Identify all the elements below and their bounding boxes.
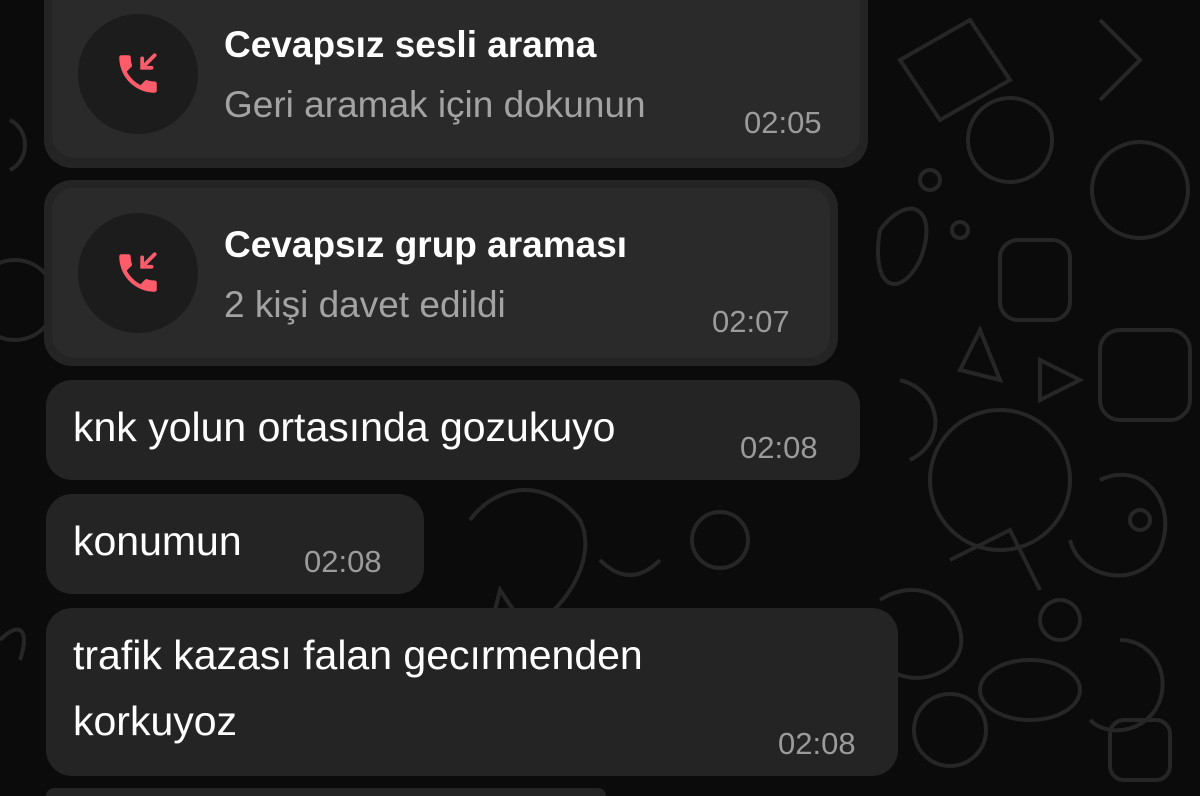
incoming-message[interactable]: trafik kazası falan gecırmenden korkuyoz…	[46, 608, 898, 776]
missed-call-icon	[119, 53, 157, 93]
message-timestamp: 02:05	[744, 105, 822, 140]
message-text: trafik kazası falan gecırmenden	[73, 632, 643, 678]
chat-thread: Cevapsız sesli arama Geri aramak için do…	[0, 0, 1200, 796]
message-text: knk yolun ortasında gozukuyo	[73, 404, 616, 450]
missed-voice-call-message[interactable]: Cevapsız sesli arama Geri aramak için do…	[44, 0, 868, 168]
message-text: korkuyoz	[73, 698, 238, 744]
incoming-message[interactable]: konumun 02:08	[46, 494, 424, 594]
message-timestamp: 02:08	[304, 544, 382, 579]
call-subtitle: 2 kişi davet edildi	[224, 284, 506, 325]
message-timestamp: 02:07	[712, 304, 790, 339]
call-title: Cevapsız sesli arama	[224, 24, 597, 65]
call-subtitle: Geri aramak için dokunun	[224, 84, 646, 125]
missed-call-icon-circle	[78, 213, 198, 333]
message-timestamp: 02:08	[740, 430, 818, 465]
missed-call-icon-circle	[78, 14, 198, 134]
incoming-message-partial[interactable]	[46, 788, 606, 796]
missed-group-call-message[interactable]: Cevapsız grup araması 2 kişi davet edild…	[44, 180, 838, 366]
message-text: konumun	[73, 518, 242, 564]
message-timestamp: 02:08	[778, 726, 856, 761]
call-title: Cevapsız grup araması	[224, 224, 628, 265]
incoming-message[interactable]: knk yolun ortasında gozukuyo 02:08	[46, 380, 860, 480]
missed-call-icon	[119, 252, 157, 292]
